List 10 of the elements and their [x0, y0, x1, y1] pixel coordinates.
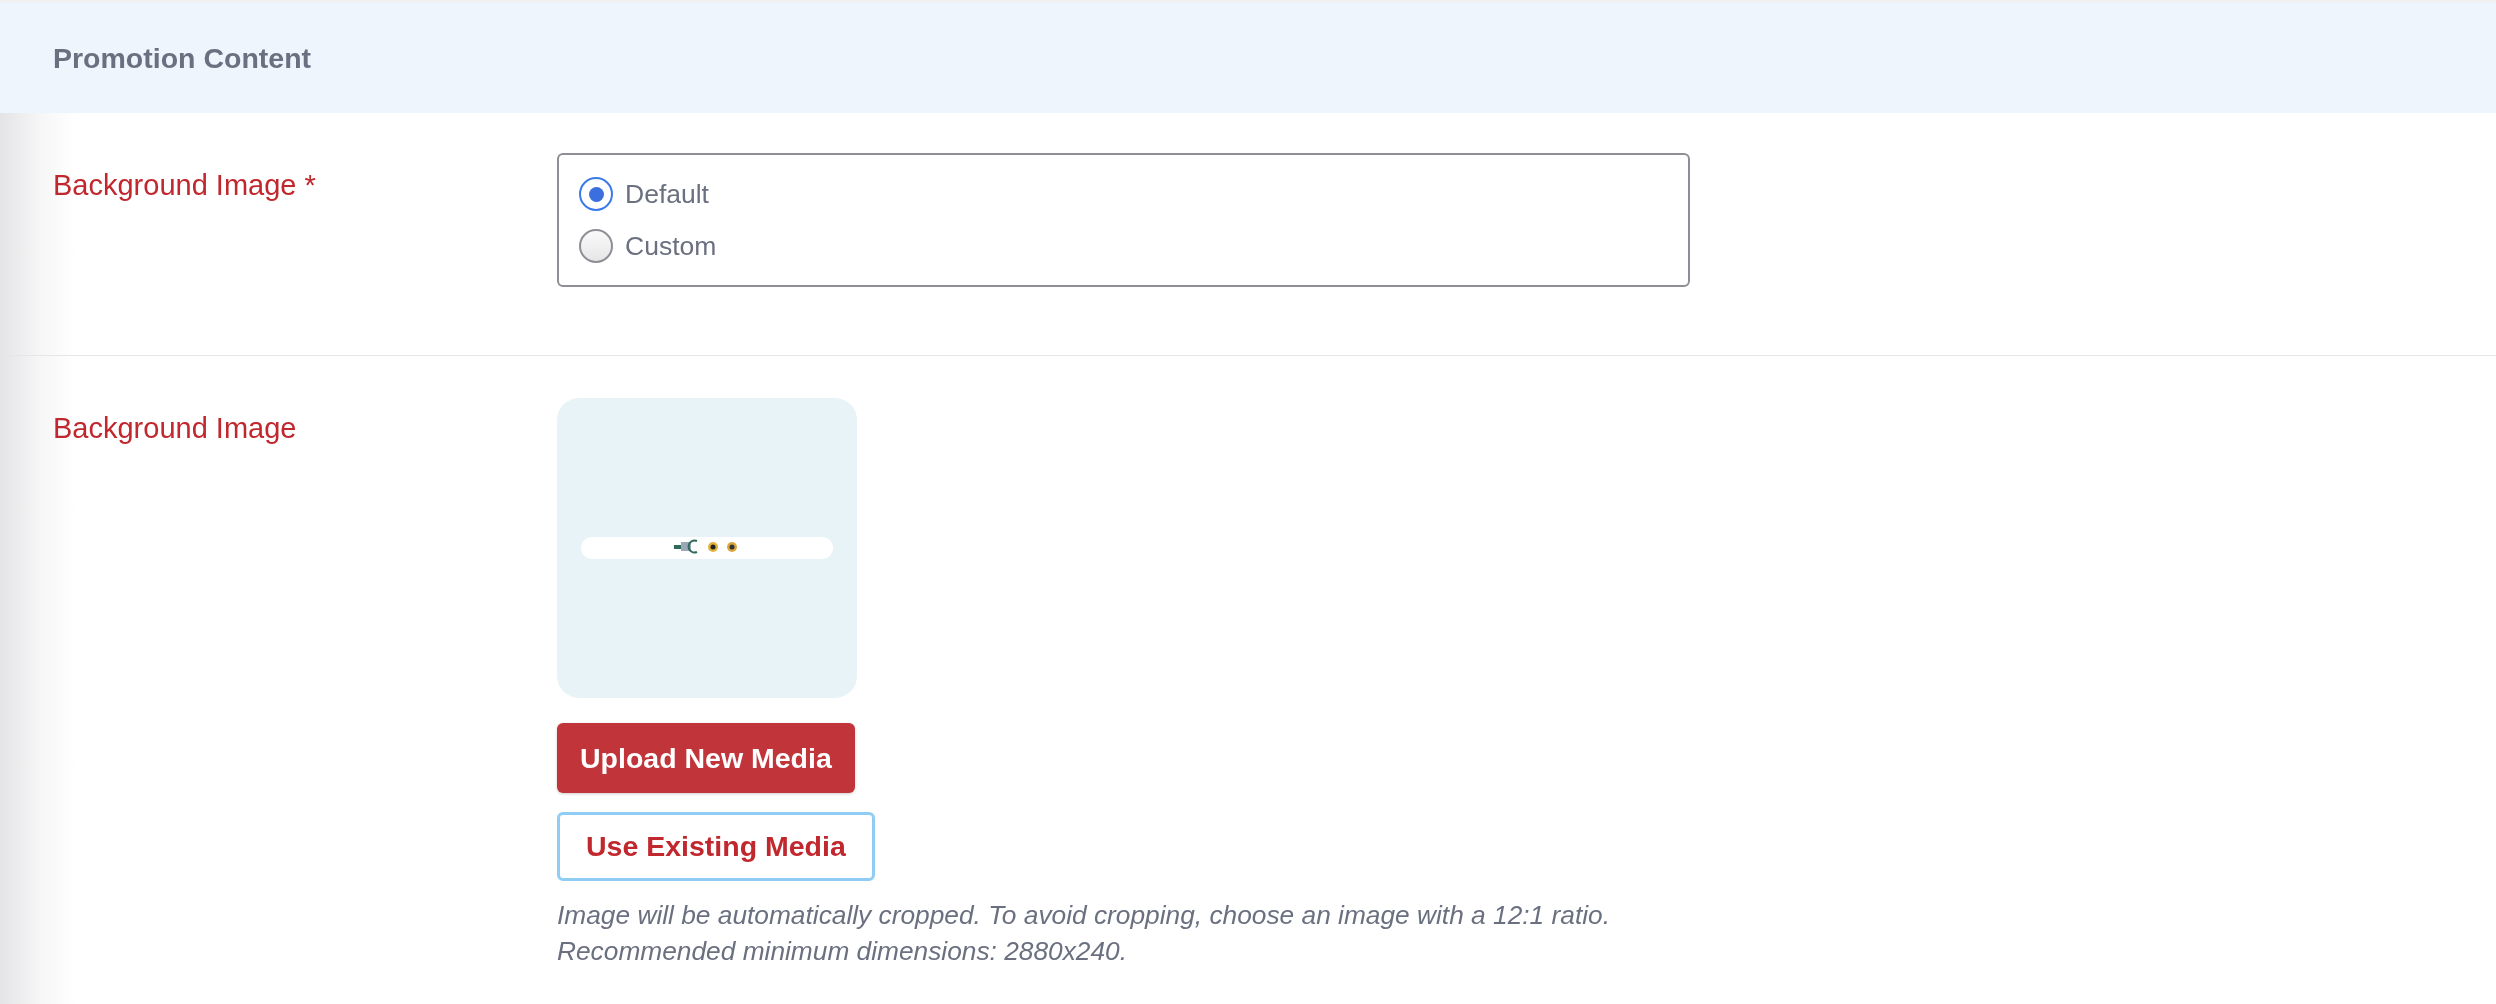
help-text: Image will be automatically cropped. To avoid cropping, choose an image with a 12:1 ratio. Recommended minimum dimensions: 2880x240. — [557, 899, 1610, 968]
option-label[interactable]: Custom — [625, 230, 717, 262]
field-label: Background Image * — [53, 168, 317, 203]
option-label[interactable]: Default — [625, 178, 709, 210]
select-media-button[interactable]: Use Existing Media — [557, 812, 875, 881]
radio-button[interactable] — [579, 177, 613, 211]
field-label: Background Image — [53, 411, 298, 446]
section-title: Promotion Content — [53, 41, 312, 75]
radio-button[interactable] — [579, 229, 613, 263]
upload-button[interactable]: Upload New Media — [557, 723, 855, 793]
